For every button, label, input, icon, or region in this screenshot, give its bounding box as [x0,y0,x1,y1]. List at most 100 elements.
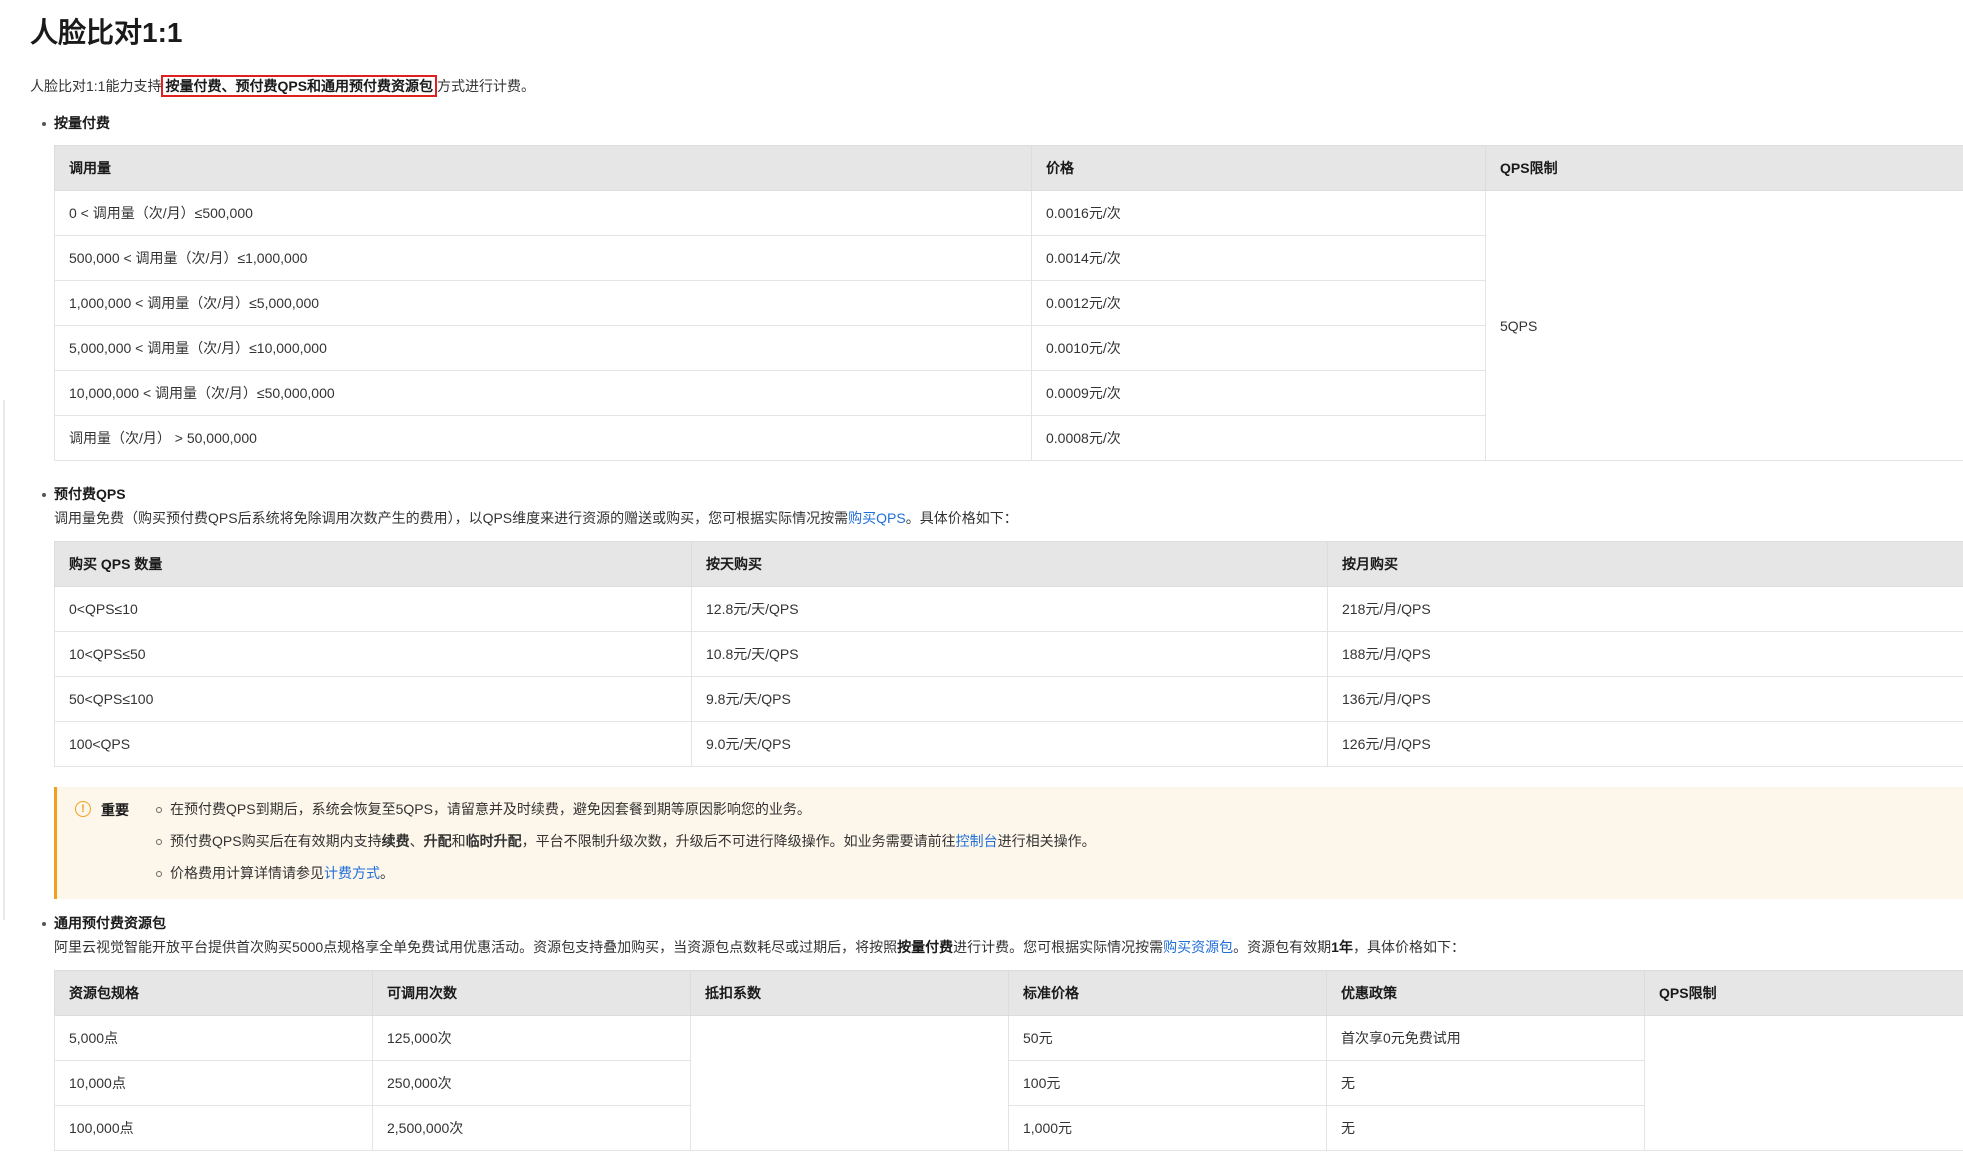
note-text: 和 [451,833,466,849]
header-monthly: 按月购买 [1327,541,1963,587]
usage-cell: 调用量（次/月） > 50,000,000 [54,415,1032,461]
table-header-row: 购买 QPS 数量 按天购买 按月购买 [54,541,1963,587]
standard-price-cell: 100元 [1008,1060,1327,1106]
note-text: 进行相关操作。 [997,833,1096,849]
bullet-dot [42,122,46,126]
monthly-price-cell: 188元/月/QPS [1327,631,1963,677]
price-cell: 0.0010元/次 [1031,325,1486,371]
package-size-cell: 10,000点 [54,1060,373,1106]
table-row: 100<QPS 9.0元/天/QPS 126元/月/QPS [54,721,1963,767]
desc-text: 进行计费。您可根据实际情况按需 [953,939,1164,955]
section-prepaid-qps-desc: 调用量免费（购买预付费QPS后系统将免除调用次数产生的费用），以QPS维度来进行… [30,508,1963,528]
table-header-row: 资源包规格 可调用次数 抵扣系数 标准价格 优惠政策 QPS限制 [54,970,1963,1016]
qps-range-cell: 100<QPS [54,721,692,767]
bullet-dot [42,493,46,497]
deduction-factor-cell [690,1015,1009,1151]
header-qps-quantity: 购买 QPS 数量 [54,541,692,587]
console-link[interactable]: 控制台 [956,833,998,849]
desc-text-end: 。具体价格如下： [905,510,1018,526]
call-count-cell: 2,500,000次 [372,1105,691,1151]
table-row: 5,000点 125,000次 50元 首次享0元免费试用 [54,1015,1963,1151]
table-row: 0<QPS≤10 12.8元/天/QPS 218元/月/QPS [54,586,1963,632]
intro-text: 人脸比对1:1能力支持 [30,78,162,94]
package-size-cell: 5,000点 [54,1015,373,1061]
note-item: 在预付费QPS到期后，系统会恢复至5QPS，请留意并及时续费，避免因套餐到期等原… [156,799,1963,831]
qps-range-cell: 50<QPS≤100 [54,676,692,722]
info-icon: ! [75,801,91,817]
header-price: 价格 [1031,145,1486,191]
daily-price-cell: 10.8元/天/QPS [691,631,1328,677]
note-item: 预付费QPS购买后在有效期内支持续费、升配和临时升配，平台不限制升级次数，升级后… [156,831,1963,863]
intro-highlight: 按量付费、预付费QPS和通用预付费资源包 [161,75,438,97]
price-cell: 0.0014元/次 [1031,235,1486,281]
intro-paragraph: 人脸比对1:1能力支持 按量付费、预付费QPS和通用预付费资源包 方式进行计费。 [30,75,1963,97]
note-text: 在预付费QPS到期后，系统会恢复至5QPS，请留意并及时续费，避免因套餐到期等原… [170,801,811,817]
header-deduction-factor: 抵扣系数 [690,970,1009,1016]
buy-qps-link[interactable]: 购买QPS [848,510,906,526]
page-title: 人脸比对1:1 [30,17,183,48]
call-count-cell: 250,000次 [372,1060,691,1106]
note-text: ，平台不限制升级次数，升级后不可进行降级操作。如业务需要请前往 [521,833,956,849]
price-cell: 0.0009元/次 [1031,370,1486,416]
usage-cell: 5,000,000 < 调用量（次/月）≤10,000,000 [54,325,1032,371]
discount-policy-cell: 首次享0元免费试用 [1326,1015,1645,1061]
header-qps-limit: QPS限制 [1485,145,1963,191]
section-pay-as-you-go-title: 按量付费 [30,113,1963,133]
price-cell: 0.0008元/次 [1031,415,1486,461]
desc-text-end: ，具体价格如下： [1352,939,1465,955]
header-usage: 调用量 [54,145,1032,191]
discount-policy-cell: 无 [1326,1105,1645,1151]
section-title-text: 预付费QPS [54,486,126,502]
table-row: 10<QPS≤50 10.8元/天/QPS 188元/月/QPS [54,631,1963,677]
section-prepaid-qps-title: 预付费QPS [30,484,1963,504]
prepaid-qps-table: 购买 QPS 数量 按天购买 按月购买 0<QPS≤10 12.8元/天/QPS… [54,541,1963,767]
standard-price-cell: 50元 [1008,1015,1327,1061]
price-cell: 0.0012元/次 [1031,280,1486,326]
note-item: 价格费用计算详情请参见计费方式。 [156,863,1963,895]
table-row: 0 < 调用量（次/月）≤500,000 0.0016元/次 5QPS [54,190,1963,461]
table-row: 50<QPS≤100 9.8元/天/QPS 136元/月/QPS [54,676,1963,722]
header-discount-policy: 优惠政策 [1326,970,1645,1016]
note-text: 。 [380,865,394,881]
header-qps-limit: QPS限制 [1644,970,1963,1016]
billing-method-link[interactable]: 计费方式 [324,865,380,881]
usage-cell: 10,000,000 < 调用量（次/月）≤50,000,000 [54,370,1032,416]
section-resource-package-desc: 阿里云视觉智能开放平台提供首次购买5000点规格享全单免费试用优惠活动。资源包支… [30,937,1963,957]
desc-bold: 按量付费 [897,939,954,955]
header-standard-price: 标准价格 [1008,970,1327,1016]
note-bold: 升配 [423,833,452,849]
header-call-count: 可调用次数 [372,970,691,1016]
discount-policy-cell: 无 [1326,1060,1645,1106]
table-header-row: 调用量 价格 QPS限制 [54,145,1963,191]
note-list: 在预付费QPS到期后，系统会恢复至5QPS，请留意并及时续费，避免因套餐到期等原… [57,799,1963,895]
daily-price-cell: 12.8元/天/QPS [691,586,1328,632]
section-title-text: 通用预付费资源包 [54,915,166,931]
note-label: 重要 [101,802,129,818]
section-title-text: 按量付费 [54,115,110,131]
intro-text-end: 方式进行计费。 [437,78,536,94]
desc-text: 。资源包有效期 [1233,939,1332,955]
section-resource-package-title: 通用预付费资源包 [30,913,1963,933]
header-package-size: 资源包规格 [54,970,373,1016]
note-text: 价格费用计算详情请参见 [170,865,324,881]
resource-package-table: 资源包规格 可调用次数 抵扣系数 标准价格 优惠政策 QPS限制 5,000点 … [54,970,1963,1151]
important-note: ! 重要 在预付费QPS到期后，系统会恢复至5QPS，请留意并及时续费，避免因套… [54,787,1963,899]
desc-text: 阿里云视觉智能开放平台提供首次购买5000点规格享全单免费试用优惠活动。资源包支… [54,939,898,955]
usage-cell: 1,000,000 < 调用量（次/月）≤5,000,000 [54,280,1032,326]
buy-package-link[interactable]: 购买资源包 [1163,939,1233,955]
daily-price-cell: 9.0元/天/QPS [691,721,1328,767]
note-text: 、 [409,833,424,849]
monthly-price-cell: 126元/月/QPS [1327,721,1963,767]
header-daily: 按天购买 [691,541,1328,587]
document-page: 人脸比对1:1 人脸比对1:1能力支持 按量付费、预付费QPS和通用预付费资源包方… [30,14,1963,1151]
usage-cell: 0 < 调用量（次/月）≤500,000 [54,190,1032,236]
desc-bold: 1年 [1331,939,1353,955]
desc-text: 调用量免费（购买预付费QPS后系统将免除调用次数产生的费用），以QPS维度来进行… [54,510,849,526]
qps-limit-cell [1644,1015,1963,1151]
left-scroll-rule [3,400,5,920]
package-size-cell: 100,000点 [54,1105,373,1151]
pay-as-you-go-table: 调用量 价格 QPS限制 0 < 调用量（次/月）≤500,000 0.0016… [54,145,1963,461]
qps-range-cell: 10<QPS≤50 [54,631,692,677]
standard-price-cell: 1,000元 [1008,1105,1327,1151]
call-count-cell: 125,000次 [372,1015,691,1061]
